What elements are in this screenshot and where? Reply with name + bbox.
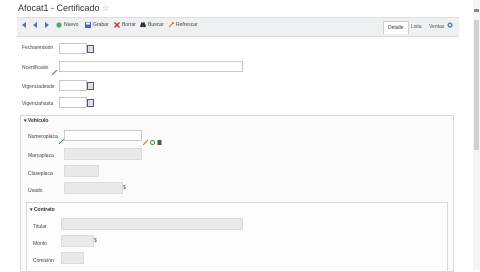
scroll-thumb[interactable] [474,20,479,150]
refresh-button[interactable]: Refrescar [168,22,198,28]
clase-input[interactable] [64,165,99,177]
certificado-label: Ncertificado [22,65,49,71]
edit-icon[interactable] [51,62,58,76]
prev-arrow-icon [33,22,37,28]
new-button-label: Nuevo [64,22,79,28]
placa-label: Numeroplaca [28,134,58,140]
vigencia-hasta-label: Vigenciahasta [22,101,54,107]
vehiculo-section-title[interactable]: ▾ Vehículo [24,118,48,124]
monto-unit: $ [94,238,97,244]
calendar-icon[interactable] [87,82,94,90]
delete-icon [114,22,120,28]
uso-unit: $ [123,185,126,191]
tab-lista[interactable]: Lista [407,21,426,33]
settings-button[interactable] [447,22,453,28]
uso-label: Usado [28,188,43,194]
titular-input[interactable] [61,218,243,230]
first-record-button[interactable] [21,22,27,28]
fecha-label: Fechaemisión [22,45,54,51]
trash-icon[interactable] [157,132,162,145]
contrato-title-text: Contrato [33,207,55,213]
monto-label: Monto [33,241,47,247]
marca-label: Marcaplaca [28,153,54,159]
search-button[interactable]: Buscar [140,22,164,28]
save-button[interactable]: Grabar [85,22,109,28]
lookup-icon[interactable] [150,132,155,145]
first-arrow-icon [22,22,26,28]
delete-button-label: Borrar [122,22,136,28]
contrato-section-title[interactable]: ▾ Contrato [30,207,55,213]
next-arrow-icon [45,22,49,28]
save-button-label: Grabar [93,22,109,28]
refresh-button-label: Refrescar [176,22,198,28]
binoculars-icon [140,22,146,28]
calendar-icon[interactable] [87,99,94,107]
certificado-input[interactable] [59,61,243,72]
next-record-button[interactable] [44,22,50,28]
clase-label: Claseplaca [28,171,53,177]
refresh-icon [168,22,174,28]
search-button-label: Buscar [148,22,164,28]
pencil-icon[interactable] [142,132,149,146]
vertical-scrollbar[interactable] [473,0,480,270]
tab-detalle[interactable]: Detalle [383,21,409,34]
calendar-icon[interactable] [87,45,94,53]
vigencia-desde-label: Vigenciadesde [22,84,55,90]
save-icon [85,22,91,28]
vehiculo-title-text: Vehículo [27,118,49,124]
window-title: Afocat1 - Certificado ☆ [18,3,110,14]
favorite-star-icon[interactable]: ☆ [102,3,110,13]
new-button[interactable]: Nuevo [56,22,78,28]
vigencia-desde-input[interactable] [59,80,87,91]
placa-input[interactable] [64,130,142,141]
title-text: Afocat1 - Certificado [18,3,100,13]
titular-label: Titular [33,224,47,230]
scroll-marker [474,9,479,12]
comision-label: Comisión [33,258,54,264]
comision-input[interactable] [61,252,84,264]
delete-button[interactable]: Borrar [114,22,136,28]
settings-icon [447,22,453,28]
fecha-input[interactable] [59,43,87,54]
tab-ventas[interactable]: Ventas [425,21,448,33]
uso-input[interactable] [64,182,123,194]
prev-record-button[interactable] [32,22,38,28]
toolbar: Nuevo Grabar Borrar Buscar Refrescar Det… [17,17,459,37]
marca-input[interactable] [64,148,142,160]
new-icon [56,22,62,28]
vigencia-hasta-input[interactable] [59,97,87,108]
monto-input[interactable] [61,235,94,247]
